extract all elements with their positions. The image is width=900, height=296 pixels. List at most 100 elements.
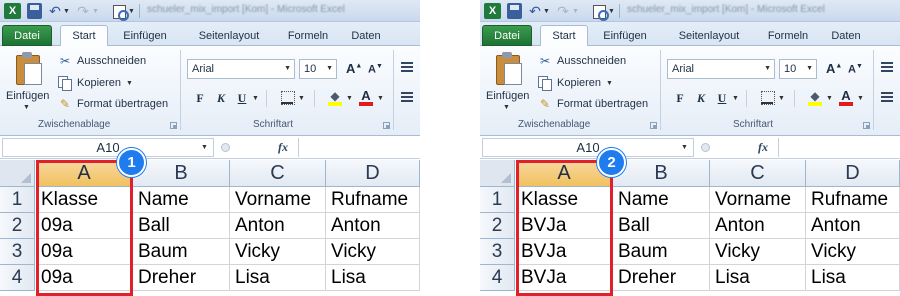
chevron-down-icon[interactable]: ▼	[608, 3, 615, 19]
chevron-down-icon[interactable]: ▼	[128, 3, 135, 19]
row-header[interactable]: 4	[480, 265, 515, 291]
chevron-down-icon[interactable]: ▼	[764, 65, 771, 72]
tab-formeln[interactable]: Formeln	[282, 25, 334, 46]
column-header-b[interactable]: B	[613, 160, 710, 187]
paste-button[interactable]: Einfügen	[6, 90, 49, 102]
chevron-down-icon[interactable]: ▼	[298, 95, 305, 102]
tab-datei[interactable]: Datei	[2, 25, 52, 46]
chevron-down-icon[interactable]: ▼	[543, 3, 550, 19]
align-top-icon[interactable]	[881, 62, 893, 72]
name-box[interactable]: A10	[2, 138, 214, 157]
chevron-down-icon[interactable]: ▼	[732, 95, 739, 102]
chevron-down-icon[interactable]: ▼	[778, 95, 785, 102]
table-cell[interactable]: BVJa	[516, 239, 613, 265]
select-all-corner[interactable]	[0, 160, 35, 187]
borders-icon[interactable]	[280, 90, 295, 106]
chevron-down-icon[interactable]: ▼	[806, 65, 813, 72]
chevron-down-icon[interactable]: ▼	[857, 95, 864, 102]
chevron-down-icon[interactable]: ▼	[503, 104, 510, 111]
copy-button[interactable]: Kopieren ▼	[538, 75, 613, 91]
table-cell[interactable]: Dreher	[613, 265, 710, 291]
underline-icon[interactable]: U	[235, 90, 249, 106]
chevron-down-icon[interactable]: ▼	[346, 95, 353, 102]
chevron-down-icon[interactable]: ▼	[252, 95, 259, 102]
row-header[interactable]: 1	[0, 187, 35, 213]
tab-daten[interactable]: Daten	[346, 25, 386, 46]
format-painter-button[interactable]: ✎ Format übertragen	[538, 96, 648, 112]
table-cell[interactable]: Anton	[230, 213, 326, 239]
borders-icon[interactable]	[760, 90, 775, 106]
fx-icon[interactable]: fx	[758, 140, 768, 155]
table-cell[interactable]: Klasse	[36, 187, 133, 213]
excel-logo-icon[interactable]: X	[4, 3, 21, 19]
table-cell[interactable]: Lisa	[806, 265, 900, 291]
cut-button[interactable]: ✂ Ausschneiden	[58, 53, 146, 69]
table-cell[interactable]: BVJa	[516, 213, 613, 239]
chevron-down-icon[interactable]: ▼	[826, 95, 833, 102]
redo-icon[interactable]: ↷	[76, 3, 90, 19]
table-cell[interactable]: 09a	[36, 213, 133, 239]
table-cell[interactable]: Vicky	[710, 239, 806, 265]
table-cell[interactable]: BVJa	[516, 265, 613, 291]
redo-icon[interactable]: ↷	[556, 3, 570, 19]
align-left-icon[interactable]	[881, 92, 893, 102]
table-cell[interactable]: Name	[133, 187, 230, 213]
format-painter-button[interactable]: ✎ Format übertragen	[58, 96, 168, 112]
table-cell[interactable]: Anton	[326, 213, 420, 239]
bold-icon[interactable]: F	[673, 90, 687, 106]
font-launcher-icon[interactable]	[383, 122, 390, 129]
chevron-down-icon[interactable]: ▼	[377, 95, 384, 102]
copy-button[interactable]: Kopieren ▼	[58, 75, 133, 91]
font-size-select[interactable]: 10 ▼	[299, 59, 337, 79]
table-cell[interactable]: Vicky	[326, 239, 420, 265]
paste-icon[interactable]	[14, 52, 42, 85]
tab-formeln[interactable]: Formeln	[762, 25, 814, 46]
font-color-icon[interactable]: A	[838, 89, 854, 106]
align-left-icon[interactable]	[401, 92, 413, 102]
bold-icon[interactable]: F	[193, 90, 207, 106]
grow-font-icon[interactable]: A▲	[826, 61, 842, 76]
print-preview-icon[interactable]	[112, 3, 129, 21]
font-launcher-icon[interactable]	[863, 122, 870, 129]
cut-button[interactable]: ✂ Ausschneiden	[538, 53, 626, 69]
table-cell[interactable]: 09a	[36, 239, 133, 265]
table-cell[interactable]: Vorname	[230, 187, 326, 213]
table-cell[interactable]: Anton	[710, 213, 806, 239]
tab-start[interactable]: Start	[60, 25, 108, 47]
chevron-down-icon[interactable]: ▼	[572, 3, 579, 19]
table-cell[interactable]: Vicky	[230, 239, 326, 265]
font-name-select[interactable]: Arial ▼	[667, 59, 775, 79]
table-cell[interactable]: Ball	[133, 213, 230, 239]
undo-icon[interactable]: ↶	[528, 3, 542, 19]
table-cell[interactable]: Baum	[613, 239, 710, 265]
column-header-d[interactable]: D	[326, 160, 420, 187]
italic-icon[interactable]: K	[694, 90, 708, 106]
save-icon[interactable]	[507, 3, 522, 19]
name-box[interactable]: A10	[482, 138, 694, 157]
select-all-corner[interactable]	[480, 160, 515, 187]
table-cell[interactable]: Dreher	[133, 265, 230, 291]
shrink-font-icon[interactable]: A▼	[368, 63, 383, 76]
column-header-b[interactable]: B	[133, 160, 230, 187]
table-cell[interactable]: Klasse	[516, 187, 613, 213]
formula-handle-icon[interactable]	[221, 143, 230, 152]
row-header[interactable]: 3	[480, 239, 515, 265]
chevron-down-icon[interactable]: ▼	[126, 80, 133, 87]
chevron-down-icon[interactable]: ▼	[681, 144, 688, 151]
save-icon[interactable]	[27, 3, 42, 19]
paste-button[interactable]: Einfügen	[486, 90, 529, 102]
row-header[interactable]: 2	[480, 213, 515, 239]
clipboard-launcher-icon[interactable]	[650, 122, 657, 129]
chevron-down-icon[interactable]: ▼	[201, 144, 208, 151]
underline-icon[interactable]: U	[715, 90, 729, 106]
fill-color-icon[interactable]: ◆	[327, 90, 343, 106]
print-preview-icon[interactable]	[592, 3, 609, 21]
tab-daten[interactable]: Daten	[826, 25, 866, 46]
chevron-down-icon[interactable]: ▼	[23, 104, 30, 111]
row-header[interactable]: 3	[0, 239, 35, 265]
table-cell[interactable]: Rufname	[806, 187, 900, 213]
clipboard-launcher-icon[interactable]	[170, 122, 177, 129]
table-cell[interactable]: Ball	[613, 213, 710, 239]
italic-icon[interactable]: K	[214, 90, 228, 106]
chevron-down-icon[interactable]: ▼	[284, 65, 291, 72]
